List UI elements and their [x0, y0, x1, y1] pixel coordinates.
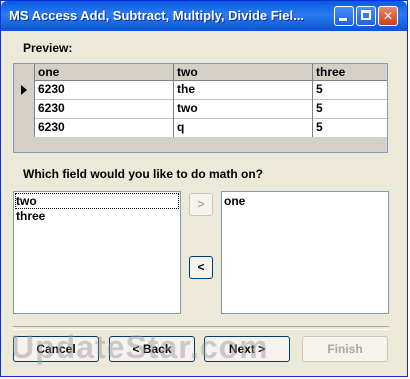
table-row[interactable]: 6230 the 5 [14, 80, 387, 100]
title-bar[interactable]: MS Access Add, Subtract, Multiply, Divid… [1, 1, 407, 31]
close-icon: ✕ [382, 9, 394, 23]
row-selector[interactable] [14, 99, 35, 118]
minimize-icon [339, 18, 347, 21]
move-right-button[interactable]: > [189, 193, 213, 216]
list-item[interactable]: one [224, 194, 245, 208]
maximize-button[interactable] [356, 6, 376, 26]
column-header-three[interactable]: three [313, 64, 387, 80]
current-row-arrow-icon [21, 85, 27, 95]
column-header-two[interactable]: two [174, 64, 313, 80]
finish-button[interactable]: Finish [302, 336, 388, 362]
table-cell[interactable]: 5 [313, 99, 387, 118]
column-header-one[interactable]: one [35, 64, 174, 80]
table-cell[interactable]: 6230 [35, 80, 174, 99]
window-title: MS Access Add, Subtract, Multiply, Divid… [9, 8, 304, 23]
table-cell[interactable]: 6230 [35, 118, 174, 137]
grid-header: one two three [14, 64, 387, 81]
table-cell[interactable]: 5 [313, 118, 387, 137]
preview-grid[interactable]: one two three 6230 the 5 6230 two 5 6230… [13, 63, 388, 153]
grid-corner [14, 64, 35, 80]
row-selector[interactable] [14, 80, 35, 99]
table-cell[interactable]: two [174, 99, 313, 118]
question-label: Which field would you like to do math on… [23, 167, 263, 181]
grid-empty-area [14, 137, 387, 152]
separator [13, 326, 389, 330]
row-selector[interactable] [14, 118, 35, 137]
minimize-button[interactable] [334, 6, 354, 26]
table-cell[interactable]: the [174, 80, 313, 99]
table-row[interactable]: 6230 q 5 [14, 118, 387, 138]
available-fields-list[interactable]: two three [13, 191, 181, 314]
list-item[interactable]: three [16, 209, 45, 223]
table-cell[interactable]: q [174, 118, 313, 137]
back-button[interactable]: < Back [109, 336, 195, 362]
maximize-icon [361, 10, 371, 20]
next-button[interactable]: Next > [204, 336, 290, 362]
list-item[interactable]: two [15, 193, 179, 209]
cancel-button[interactable]: Cancel [13, 336, 99, 362]
table-cell[interactable]: 6230 [35, 99, 174, 118]
selected-fields-list[interactable]: one [221, 191, 389, 314]
table-cell[interactable]: 5 [313, 80, 387, 99]
move-left-button[interactable]: < [189, 256, 213, 279]
table-row[interactable]: 6230 two 5 [14, 99, 387, 119]
preview-label: Preview: [23, 41, 73, 55]
wizard-window: MS Access Add, Subtract, Multiply, Divid… [0, 0, 408, 377]
close-button[interactable]: ✕ [378, 6, 398, 26]
